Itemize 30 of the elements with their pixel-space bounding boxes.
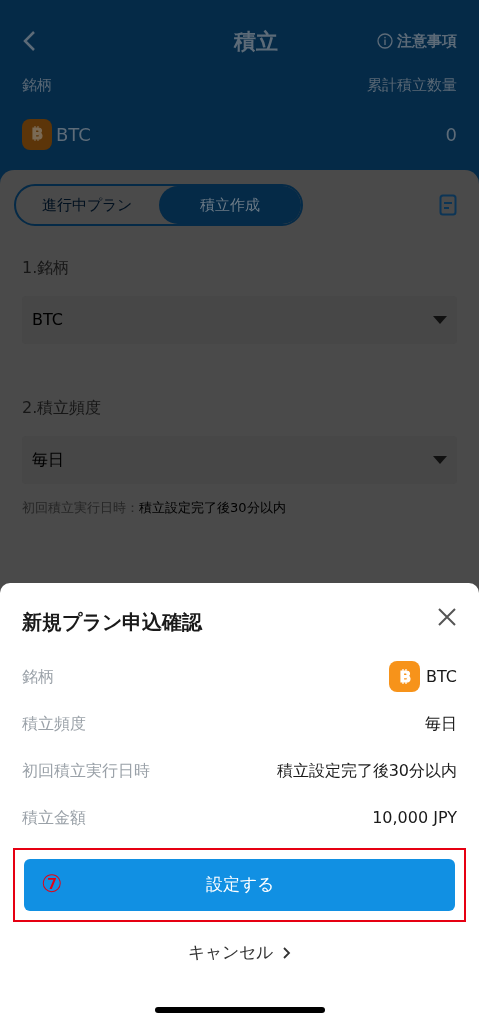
row-label: 積立金額 bbox=[22, 806, 86, 829]
caret-icon bbox=[433, 316, 447, 324]
cancel-link[interactable]: キャンセル bbox=[188, 940, 291, 966]
row-value: 毎日 bbox=[425, 712, 457, 735]
notice-link[interactable]: 注意事項 bbox=[377, 29, 457, 53]
annotation-mark: ⑦ bbox=[41, 870, 63, 898]
page-title: 積立 bbox=[233, 27, 278, 56]
tab[interactable]: 積立作成 bbox=[158, 186, 301, 224]
chevron-icon bbox=[283, 946, 291, 959]
column-label: 銘柄 bbox=[22, 75, 52, 96]
tab[interactable]: 進行中プラン bbox=[16, 186, 159, 224]
column-label: 累計積立数量 bbox=[367, 75, 457, 96]
row-value: BTC bbox=[426, 665, 457, 688]
close-icon[interactable] bbox=[437, 607, 457, 627]
bitcoin-icon bbox=[389, 661, 420, 692]
info-icon bbox=[377, 33, 393, 49]
dropdown-field[interactable]: 毎日 bbox=[22, 436, 457, 484]
row-label: 積立頻度 bbox=[22, 712, 86, 735]
coin-symbol: BTC bbox=[56, 122, 91, 147]
document-icon[interactable] bbox=[439, 194, 457, 216]
row-value: 10,000 JPY bbox=[372, 806, 457, 829]
row-value: 積立設定完了後30分以内 bbox=[276, 759, 457, 782]
caret-icon bbox=[433, 456, 447, 464]
row-label: 初回積立実行日時 bbox=[22, 759, 150, 782]
dialog-title: 新規プラン申込確認 bbox=[22, 609, 202, 636]
back-icon[interactable] bbox=[22, 29, 38, 53]
holding-quantity: 0 bbox=[445, 122, 457, 147]
row-label: 銘柄 bbox=[22, 665, 54, 688]
bitcoin-icon bbox=[22, 118, 52, 150]
dropdown-field[interactable]: BTC bbox=[22, 296, 457, 344]
